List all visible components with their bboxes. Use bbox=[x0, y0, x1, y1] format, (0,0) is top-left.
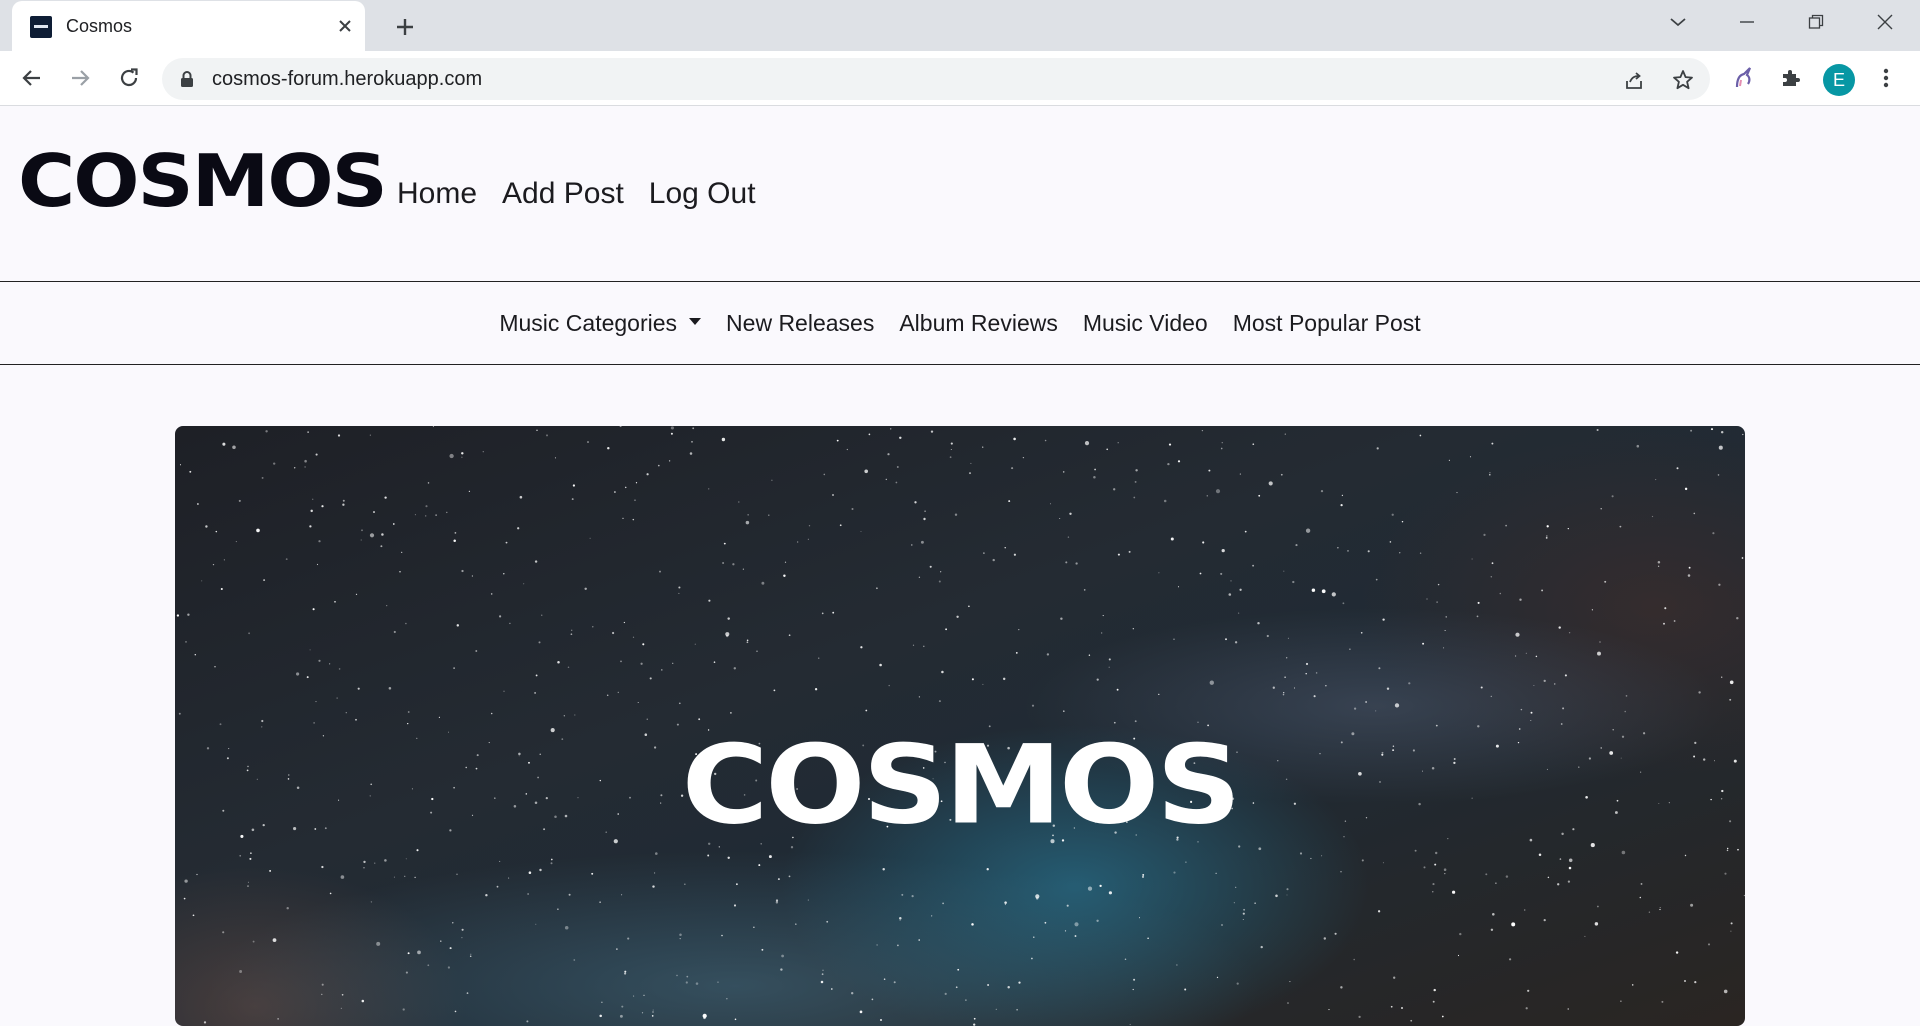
kebab-menu-icon[interactable] bbox=[1871, 63, 1901, 93]
share-icon[interactable] bbox=[1621, 67, 1647, 93]
caret-down-icon bbox=[689, 317, 702, 325]
site-logo[interactable]: COSMOS bbox=[18, 146, 388, 218]
nav-log-out-link[interactable]: Log Out bbox=[649, 177, 756, 211]
bookmark-star-icon[interactable] bbox=[1670, 67, 1696, 93]
back-icon[interactable] bbox=[17, 63, 47, 93]
profile-avatar[interactable]: E bbox=[1823, 64, 1855, 96]
main-nav: Home Add Post Log Out bbox=[397, 177, 756, 211]
hero-banner-image: COSMOS bbox=[175, 426, 1745, 1026]
music-categories-label: Music Categories bbox=[499, 309, 678, 336]
url-text[interactable]: cosmos-forum.herokuapp.com bbox=[212, 68, 482, 91]
site-favicon-icon bbox=[30, 16, 52, 38]
hero-title: COSMOS bbox=[681, 721, 1242, 849]
music-video-link[interactable]: Music Video bbox=[1083, 310, 1208, 337]
new-tab-icon[interactable] bbox=[390, 12, 420, 42]
close-window-icon[interactable] bbox=[1867, 8, 1903, 36]
nav-home-link[interactable]: Home bbox=[397, 177, 477, 211]
nav-add-post-link[interactable]: Add Post bbox=[502, 177, 624, 211]
unicorn-extension-icon[interactable] bbox=[1728, 63, 1758, 93]
browser-tabstrip: Cosmos bbox=[0, 0, 1920, 51]
browser-toolbar: cosmos-forum.herokuapp.com E bbox=[0, 51, 1920, 106]
minimize-icon[interactable] bbox=[1729, 8, 1765, 36]
site-header: COSMOS Home Add Post Log Out bbox=[0, 106, 1920, 281]
close-tab-icon[interactable] bbox=[332, 13, 358, 39]
browser-tab[interactable]: Cosmos bbox=[12, 1, 365, 51]
new-releases-link[interactable]: New Releases bbox=[726, 310, 874, 337]
most-popular-post-link[interactable]: Most Popular Post bbox=[1233, 310, 1421, 337]
tab-search-chevron-icon[interactable] bbox=[1660, 8, 1696, 36]
lock-icon[interactable] bbox=[180, 70, 194, 93]
category-bar: Music Categories New Releases Album Revi… bbox=[0, 281, 1920, 365]
address-bar[interactable]: cosmos-forum.herokuapp.com bbox=[162, 58, 1710, 100]
extensions-puzzle-icon[interactable] bbox=[1776, 63, 1806, 93]
music-categories-dropdown[interactable]: Music Categories bbox=[499, 309, 702, 337]
forward-icon[interactable] bbox=[65, 63, 95, 93]
tab-title: Cosmos bbox=[66, 16, 133, 36]
category-nav: Music Categories New Releases Album Revi… bbox=[0, 282, 1920, 364]
restore-icon[interactable] bbox=[1798, 8, 1834, 36]
album-reviews-link[interactable]: Album Reviews bbox=[899, 310, 1058, 337]
reload-icon[interactable] bbox=[114, 63, 144, 93]
